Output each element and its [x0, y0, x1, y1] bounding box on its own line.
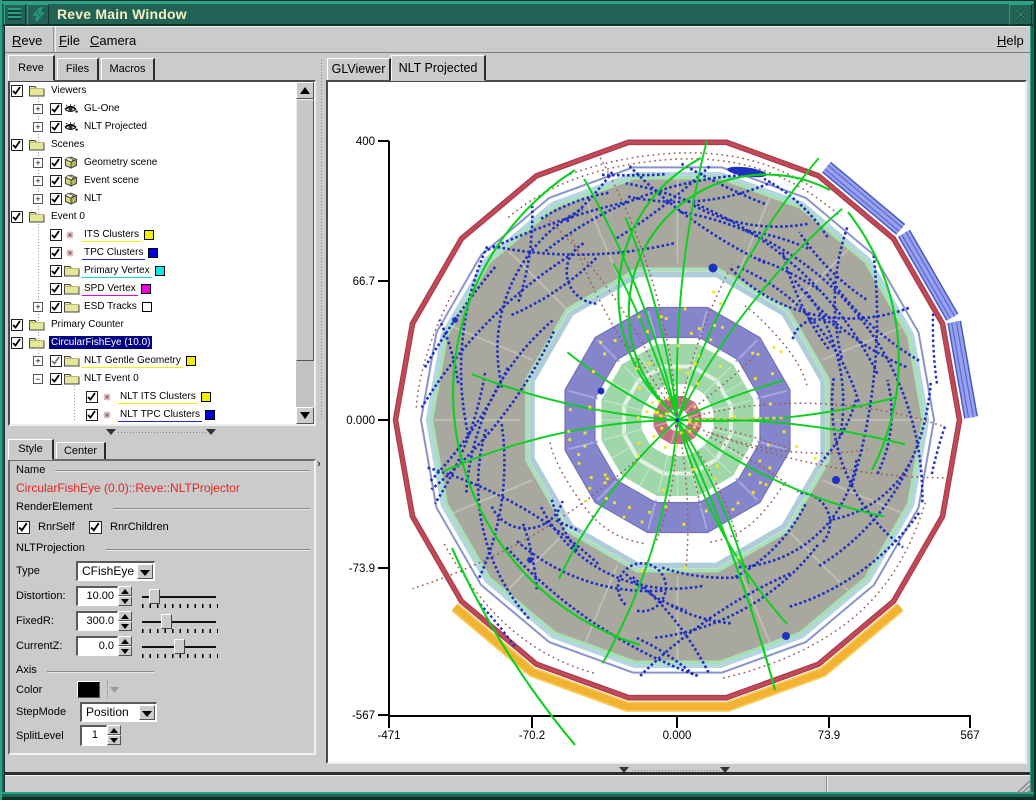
svg-text:73.9: 73.9	[818, 730, 840, 742]
svg-text:-73.9: -73.9	[349, 563, 375, 575]
svg-text:-567: -567	[352, 710, 375, 722]
svg-text:567: 567	[960, 730, 979, 742]
svg-text:-471: -471	[377, 730, 400, 742]
svg-text:-70.2: -70.2	[519, 730, 545, 742]
svg-text:400: 400	[356, 136, 375, 148]
svg-text:66.7: 66.7	[353, 276, 375, 288]
svg-text:0.000: 0.000	[663, 730, 692, 742]
svg-text:0.000: 0.000	[346, 415, 375, 427]
